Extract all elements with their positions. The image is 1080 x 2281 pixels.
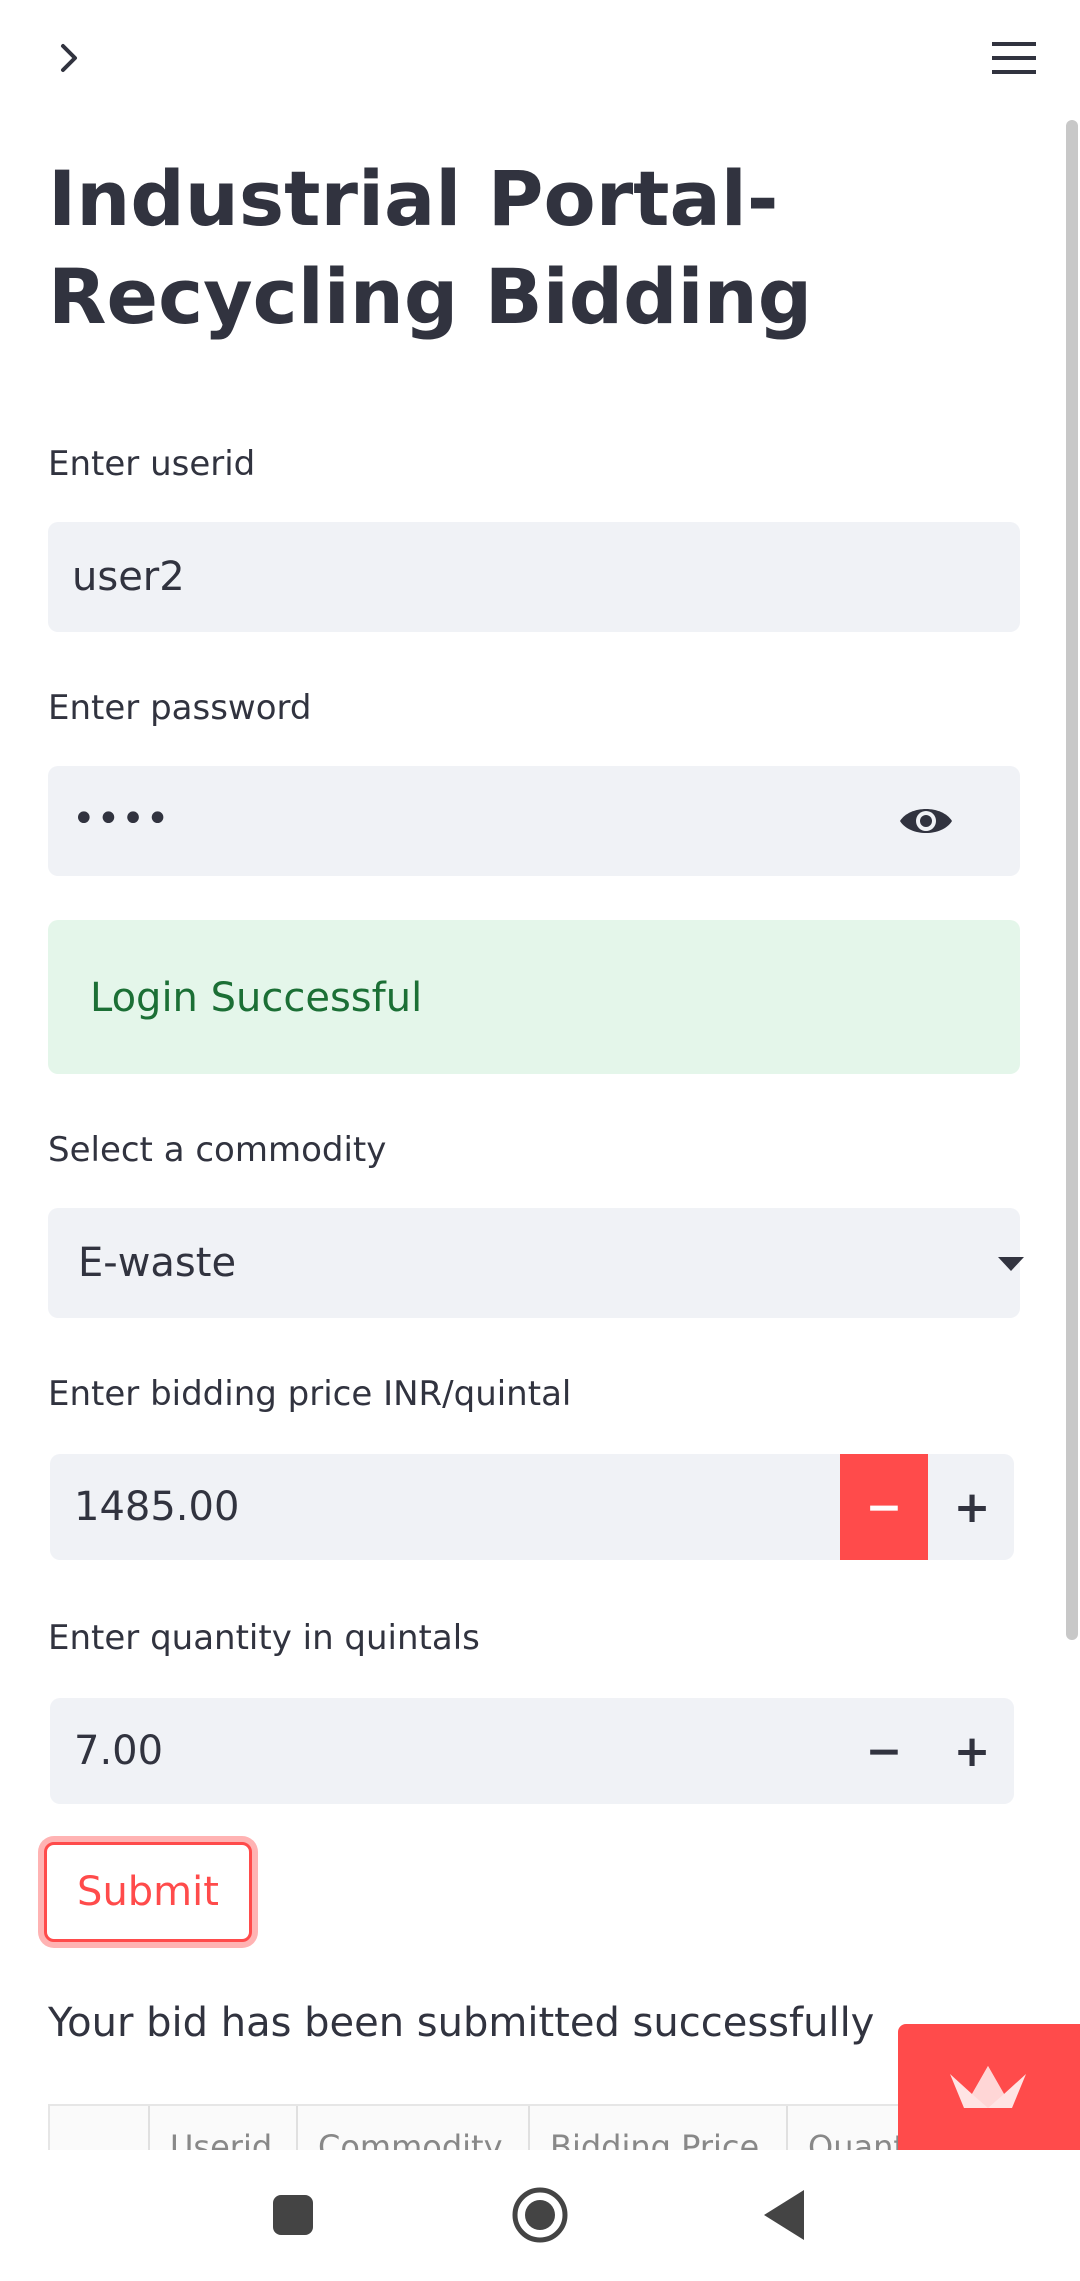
- hamburger-menu-icon[interactable]: [990, 38, 1038, 78]
- bidding-price-increment-button[interactable]: +: [928, 1454, 1014, 1560]
- table-header-cell: [50, 2106, 148, 2152]
- streamlit-badge[interactable]: [898, 2024, 1080, 2150]
- bidding-price-decrement-button[interactable]: −: [840, 1454, 928, 1560]
- bidding-price-value: 1485.00: [74, 1484, 240, 1530]
- commodity-selected-value: E-waste: [78, 1240, 237, 1286]
- quantity-increment-button[interactable]: +: [928, 1698, 1014, 1804]
- table-header-cell: Commodity: [296, 2106, 530, 2152]
- password-input[interactable]: ••••: [48, 766, 1020, 876]
- quantity-input[interactable]: 7.00 − +: [50, 1698, 1014, 1804]
- system-navigation-bar: [0, 2150, 1080, 2281]
- userid-label: Enter userid: [48, 444, 256, 484]
- password-value: ••••: [72, 796, 171, 842]
- login-success-alert: Login Successful: [48, 920, 1020, 1074]
- eye-icon[interactable]: [898, 799, 954, 843]
- bidding-price-label: Enter bidding price INR/quintal: [48, 1374, 572, 1414]
- table-header-cell: Userid: [148, 2106, 298, 2152]
- home-icon[interactable]: [505, 2180, 575, 2250]
- quantity-value: 7.00: [74, 1728, 164, 1774]
- commodity-label: Select a commodity: [48, 1130, 387, 1170]
- login-success-text: Login Successful: [90, 975, 423, 1021]
- password-label: Enter password: [48, 688, 312, 728]
- scrollbar[interactable]: [1066, 120, 1078, 1640]
- table-header-cell: Bidding Price: [528, 2106, 788, 2152]
- userid-input[interactable]: user2: [48, 522, 1020, 632]
- bidding-price-input[interactable]: 1485.00 − +: [50, 1454, 1014, 1560]
- chevron-right-icon[interactable]: [52, 40, 88, 76]
- commodity-select[interactable]: E-waste: [48, 1208, 1024, 1318]
- userid-value: user2: [72, 554, 185, 600]
- back-icon[interactable]: [750, 2180, 820, 2250]
- quantity-decrement-button[interactable]: −: [840, 1698, 928, 1804]
- crown-icon: [950, 2066, 1026, 2108]
- quantity-label: Enter quantity in quintals: [48, 1618, 480, 1658]
- recent-apps-icon[interactable]: [258, 2180, 328, 2250]
- chevron-down-icon: [998, 1257, 1024, 1271]
- submit-button[interactable]: Submit: [44, 1842, 252, 1942]
- app-header: [0, 0, 1080, 120]
- bid-success-message: Your bid has been submitted successfully: [48, 2000, 875, 2046]
- page-title: Industrial Portal- Recycling Bidding: [48, 154, 813, 341]
